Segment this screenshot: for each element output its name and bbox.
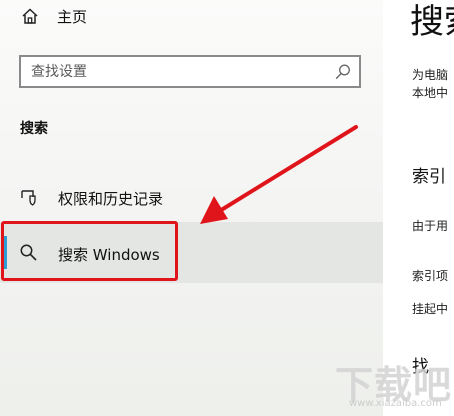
home-label: 主页 — [57, 7, 88, 26]
description-text: 为电脑 — [412, 68, 449, 82]
section-heading: 索引 — [412, 167, 446, 187]
description-text: 挂起中 — [412, 302, 449, 316]
selected-indicator — [3, 236, 7, 269]
description-text: 由于用 — [412, 219, 449, 233]
search-icon[interactable] — [334, 63, 352, 81]
sidebar-item-label: 权限和历史记录 — [58, 190, 164, 208]
settings-content-pane: 搜索 为电脑 本地中 索引 由于用 索引项 挂起中 找 — [383, 0, 454, 416]
sidebar-item-search-windows[interactable]: 搜索 Windows — [0, 222, 383, 283]
page-title: 搜索 — [410, 2, 454, 42]
settings-search-box[interactable] — [19, 55, 361, 88]
settings-sidebar: 主页 搜索 权限和历史记录 搜索 Windows — [0, 0, 383, 416]
shield-icon — [21, 190, 36, 206]
search-input[interactable] — [31, 62, 321, 82]
sidebar-item-permissions-history[interactable]: 权限和历史记录 — [0, 178, 383, 214]
section-title: 搜索 — [20, 121, 48, 137]
sidebar-item-label: 搜索 Windows — [58, 246, 160, 264]
description-text: 索引项 — [412, 269, 449, 283]
description-text: 本地中 — [412, 86, 449, 100]
search-icon — [20, 244, 37, 261]
section-heading: 找 — [412, 357, 429, 377]
home-nav-item[interactable]: 主页 — [21, 4, 87, 28]
home-icon — [22, 8, 38, 24]
